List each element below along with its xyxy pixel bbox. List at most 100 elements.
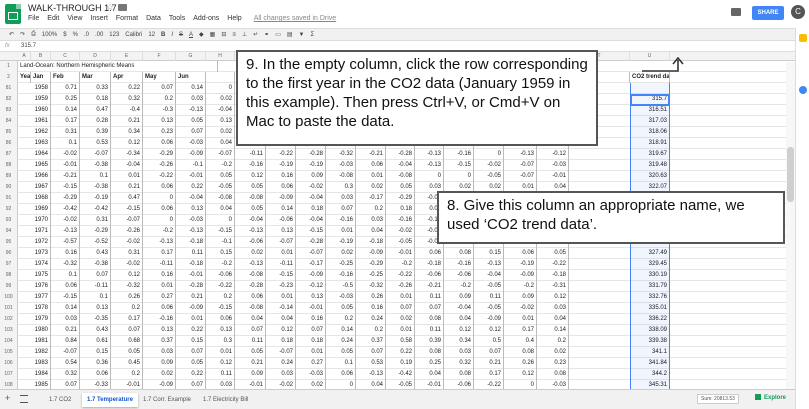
table-cell[interactable]: 0.07 <box>386 303 415 314</box>
table-cell[interactable]: 0.24 <box>356 314 386 325</box>
table-cell[interactable]: 0.2 <box>143 94 176 105</box>
table-cell[interactable]: -0.34 <box>111 149 143 160</box>
table-cell[interactable]: 0 <box>206 215 235 226</box>
table-cell[interactable]: 0.05 <box>235 347 266 358</box>
table-cell[interactable]: 0.21 <box>51 325 80 336</box>
formula-input[interactable]: 315.7 <box>21 43 36 49</box>
year-cell[interactable]: 1961 <box>31 116 51 127</box>
table-cell[interactable]: 0.54 <box>51 358 80 369</box>
table-cell[interactable]: -0.17 <box>356 193 386 204</box>
table-cell[interactable]: 0.68 <box>111 336 143 347</box>
table-cell[interactable]: -0.38 <box>80 259 111 270</box>
table-cell[interactable]: 0.07 <box>474 347 504 358</box>
table-cell[interactable]: 0.34 <box>444 336 474 347</box>
table-cell[interactable]: 0.05 <box>235 182 266 193</box>
table-cell[interactable]: 0.02 <box>206 94 235 105</box>
table-cell[interactable]: -0.2 <box>504 281 537 292</box>
table-cell[interactable]: -0.08 <box>235 303 266 314</box>
table-cell[interactable]: 0.1 <box>326 358 356 369</box>
table-cell[interactable]: 0.37 <box>356 336 386 347</box>
table-cell[interactable]: -0.29 <box>51 193 80 204</box>
table-cell[interactable]: -0.12 <box>537 149 569 160</box>
table-cell[interactable]: 0 <box>326 380 356 389</box>
table-cell[interactable]: 0.04 <box>356 380 386 389</box>
vertical-scrollbar[interactable] <box>786 62 795 389</box>
table-cell[interactable]: -0.08 <box>206 193 235 204</box>
table-cell[interactable]: -0.22 <box>266 149 296 160</box>
table-cell[interactable]: 0.03 <box>444 347 474 358</box>
column-heading[interactable]: Feb <box>51 72 80 83</box>
year-cell[interactable]: 1959 <box>31 94 51 105</box>
table-cell[interactable]: -0.22 <box>386 270 415 281</box>
table-cell[interactable]: 0.12 <box>504 369 537 380</box>
table-cell[interactable]: -0.1 <box>176 160 206 171</box>
year-cell[interactable]: 1965 <box>31 160 51 171</box>
table-cell[interactable]: -0.09 <box>296 270 326 281</box>
table-cell[interactable]: 0.31 <box>80 215 111 226</box>
table-cell[interactable]: 0.3 <box>326 182 356 193</box>
table-cell[interactable]: 0.06 <box>143 138 176 149</box>
table-cell[interactable]: 0.03 <box>176 94 206 105</box>
menu-help[interactable]: Help <box>227 15 241 22</box>
table-cell[interactable]: 0.43 <box>80 248 111 259</box>
table-cell[interactable]: 0.02 <box>386 314 415 325</box>
table-cell[interactable]: 0.39 <box>415 336 444 347</box>
year-cell[interactable]: 1966 <box>31 171 51 182</box>
table-cell[interactable]: -0.26 <box>143 160 176 171</box>
table-cell[interactable]: 0 <box>206 83 235 94</box>
table-cell[interactable]: -0.16 <box>326 270 356 281</box>
row-number[interactable]: 95 <box>0 237 18 248</box>
table-cell[interactable]: 0.11 <box>474 292 504 303</box>
table-cell[interactable]: -0.52 <box>80 237 111 248</box>
table-cell[interactable]: 0.05 <box>111 347 143 358</box>
table-cell[interactable]: -0.09 <box>176 303 206 314</box>
table-cell[interactable]: -0.13 <box>143 237 176 248</box>
table-cell[interactable]: 0.13 <box>266 226 296 237</box>
table-cell[interactable]: 0.01 <box>386 292 415 303</box>
table-cell[interactable]: 0.22 <box>176 369 206 380</box>
table-cell[interactable]: 0.15 <box>474 248 504 259</box>
table-cell[interactable]: 0.04 <box>415 369 444 380</box>
table-cell[interactable]: 0.07 <box>296 325 326 336</box>
table-cell[interactable]: 0.05 <box>326 303 356 314</box>
table-cell[interactable]: -0.09 <box>474 314 504 325</box>
row-number[interactable]: 99 <box>0 281 18 292</box>
row-number[interactable]: 106 <box>0 358 18 369</box>
column-header-e[interactable]: E <box>111 52 143 61</box>
table-cell[interactable]: 0.22 <box>176 182 206 193</box>
table-cell[interactable]: 0.16 <box>51 248 80 259</box>
table-cell[interactable]: 0.22 <box>111 83 143 94</box>
table-cell[interactable]: 0.47 <box>80 105 111 116</box>
table-cell[interactable]: -0.21 <box>356 149 386 160</box>
table-cell[interactable]: -0.04 <box>296 193 326 204</box>
row-number[interactable]: 90 <box>0 182 18 193</box>
table-cell[interactable]: 0.02 <box>235 248 266 259</box>
table-cell[interactable]: 0.04 <box>235 314 266 325</box>
table-cell[interactable]: -0.38 <box>80 160 111 171</box>
table-cell[interactable]: 0.05 <box>176 116 206 127</box>
year-cell[interactable]: 1975 <box>31 270 51 281</box>
selected-cell[interactable] <box>630 94 670 106</box>
year-cell[interactable]: 1958 <box>31 83 51 94</box>
column-header-h[interactable]: H <box>206 52 235 61</box>
row-number[interactable]: 100 <box>0 292 18 303</box>
year-cell[interactable]: 1972 <box>31 237 51 248</box>
table-cell[interactable]: 0.07 <box>143 83 176 94</box>
table-cell[interactable]: -0.14 <box>266 303 296 314</box>
table-cell[interactable]: -0.02 <box>296 182 326 193</box>
menu-edit[interactable]: Edit <box>47 15 59 22</box>
table-cell[interactable]: -0.33 <box>80 380 111 389</box>
table-cell[interactable]: 0 <box>143 215 176 226</box>
table-cell[interactable]: 0.18 <box>296 336 326 347</box>
table-cell[interactable]: 0.01 <box>111 171 143 182</box>
font-select[interactable]: Calibri <box>125 32 142 38</box>
table-cell[interactable]: -0.06 <box>444 270 474 281</box>
year-cell[interactable]: 1977 <box>31 292 51 303</box>
table-cell[interactable]: 0.23 <box>143 127 176 138</box>
table-cell[interactable]: -0.15 <box>51 292 80 303</box>
row-number[interactable]: 102 <box>0 314 18 325</box>
table-cell[interactable]: 0.32 <box>51 369 80 380</box>
row-number[interactable]: 87 <box>0 149 18 160</box>
table-cell[interactable]: -0.2 <box>143 226 176 237</box>
table-cell[interactable]: 0.07 <box>80 270 111 281</box>
